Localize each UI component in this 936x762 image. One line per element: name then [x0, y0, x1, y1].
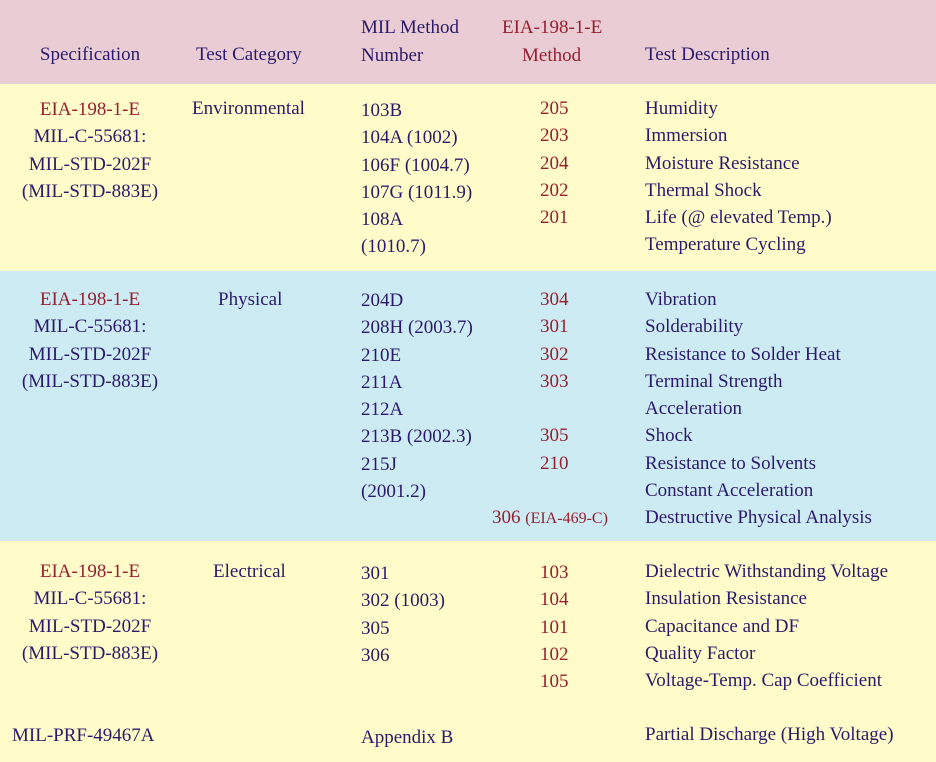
eia-method: 305	[540, 425, 569, 447]
test-description: Constant Acceleration	[645, 480, 814, 502]
eia-method	[540, 395, 569, 422]
test-description: Resistance to Solder Heat	[645, 343, 841, 365]
footer-mil-method: Appendix B	[361, 727, 454, 748]
spec-item: MIL-STD-202F	[28, 615, 152, 637]
mil-method: (1010.7)	[361, 236, 426, 258]
description-list: Humidity Immersion Moisture Resistance T…	[645, 95, 832, 259]
header-test-category: Test Category	[196, 44, 302, 65]
spec-item: MIL-C-55681:	[33, 588, 147, 610]
header-specification: Specification	[39, 44, 141, 65]
header-mil-method-1: MIL Method	[361, 17, 459, 38]
eia-method: 203	[540, 125, 569, 147]
header-test-description: Test Description	[645, 44, 770, 65]
mil-method: (2001.2)	[361, 481, 426, 503]
test-description: Shock	[645, 425, 693, 447]
test-description: Moisture Resistance	[645, 152, 800, 174]
eia-method: 104	[540, 589, 569, 611]
mil-method: 301	[361, 563, 390, 584]
section-physical: EIA-198-1-E MIL-C-55681: MIL-STD-202F (M…	[0, 271, 936, 541]
test-description: Insulation Resistance	[645, 588, 807, 610]
description-list: Vibration Solderability Resistance to So…	[645, 286, 872, 532]
eia-method-list: 304 301 302 303 305 210	[540, 286, 569, 477]
mil-method: 211A	[361, 371, 403, 393]
eia-method-list: 205 203 204 202 201	[540, 95, 569, 231]
eia-method: 105	[540, 671, 569, 693]
footer-description: Partial Discharge (High Voltage)	[645, 724, 894, 745]
spec-item: MIL-C-55681:	[33, 316, 147, 338]
header-eia-method-2: Method	[522, 45, 582, 66]
spec-item: EIA-198-1-E	[39, 289, 141, 310]
footer-spec: MIL-PRF-49467A	[12, 725, 155, 746]
mil-method: 306	[361, 644, 390, 666]
eia-method: 103	[540, 562, 569, 583]
eia-method-number: 306	[492, 507, 521, 528]
table-header: Specification Test Category MIL Method N…	[0, 0, 936, 84]
mil-method: 212A	[361, 399, 404, 421]
mil-method: 204D	[361, 290, 404, 311]
section-electrical: EIA-198-1-E MIL-C-55681: MIL-STD-202F (M…	[0, 541, 936, 762]
spec-item: (MIL-STD-883E)	[21, 642, 159, 664]
header-mil-method-2: Number	[361, 45, 424, 66]
eia-method: 101	[540, 616, 569, 638]
eia-method-destructive: 306 (EIA-469-C)	[492, 504, 608, 532]
test-description: Dielectric Withstanding Voltage	[645, 561, 889, 582]
spec-item: EIA-198-1-E	[39, 99, 141, 120]
eia-method-list: 103 104 101 102 105	[540, 559, 569, 695]
test-description: Quality Factor	[645, 642, 756, 664]
spec-list: EIA-198-1-E MIL-C-55681: MIL-STD-202F (M…	[0, 286, 180, 395]
test-description: Immersion	[645, 125, 728, 147]
test-description: Acceleration	[645, 398, 743, 420]
spec-item: MIL-STD-202F	[28, 153, 152, 175]
eia-method: 205	[540, 98, 569, 119]
eia-method: 202	[540, 179, 569, 201]
spec-list: EIA-198-1-E MIL-C-55681: MIL-STD-202F (M…	[0, 96, 180, 205]
header-eia-method-1: EIA-198-1-E	[502, 17, 603, 38]
mil-method-list: 103B 104A (1002) 106F (1004.7) 107G (101…	[361, 97, 472, 261]
eia-method: 302	[540, 343, 569, 365]
test-description: Thermal Shock	[645, 179, 762, 201]
test-description: Temperature Cycling	[645, 234, 806, 256]
test-description: Voltage-Temp. Cap Coefficient	[645, 670, 882, 692]
mil-method: 302 (1003)	[361, 590, 445, 612]
test-description: Destructive Physical Analysis	[645, 507, 872, 529]
spec-list: EIA-198-1-E MIL-C-55681: MIL-STD-202F (M…	[0, 558, 180, 667]
eia-method: 201	[540, 207, 569, 229]
mil-method: 215J	[361, 453, 397, 475]
mil-method-list: 301 302 (1003) 305 306	[361, 560, 445, 669]
test-description: Terminal Strength	[645, 370, 783, 392]
eia-method: 102	[540, 643, 569, 665]
eia-method: 304	[540, 289, 569, 310]
test-description: Humidity	[645, 98, 718, 119]
spec-item: MIL-C-55681:	[33, 126, 147, 148]
test-category: Physical	[218, 289, 283, 310]
eia-method: 303	[540, 370, 569, 392]
mil-method: 108A	[361, 209, 404, 231]
test-description: Capacitance and DF	[645, 615, 800, 637]
mil-method: 208H (2003.7)	[361, 317, 473, 339]
mil-method: 103B	[361, 100, 403, 121]
mil-method: 213B (2002.3)	[361, 426, 472, 448]
mil-method: 107G (1011.9)	[361, 181, 473, 203]
spec-item: EIA-198-1-E	[39, 561, 141, 582]
mil-method: 106F (1004.7)	[361, 154, 470, 176]
section-environmental: EIA-198-1-E MIL-C-55681: MIL-STD-202F (M…	[0, 84, 936, 271]
eia-method: 301	[540, 316, 569, 338]
test-description: Vibration	[645, 289, 717, 310]
spec-item: MIL-STD-202F	[28, 343, 152, 365]
test-description: Solderability	[645, 316, 744, 338]
description-list: Dielectric Withstanding Voltage Insulati…	[645, 558, 888, 694]
eia-method: 210	[540, 452, 569, 474]
test-description: Life (@ elevated Temp.)	[645, 207, 832, 229]
test-category: Environmental	[192, 98, 305, 119]
eia-method-note: (EIA-469-C)	[525, 510, 608, 527]
mil-method-list: 204D 208H (2003.7) 210E 211A 212A 213B (…	[361, 287, 473, 505]
spec-item: (MIL-STD-883E)	[21, 180, 159, 202]
mil-method: 305	[361, 617, 390, 639]
spec-item: (MIL-STD-883E)	[21, 370, 159, 392]
mil-method: 104A (1002)	[361, 127, 458, 149]
test-description: Resistance to Solvents	[645, 452, 816, 474]
test-category: Electrical	[213, 561, 286, 582]
eia-method: 204	[540, 152, 569, 174]
mil-method: 210E	[361, 344, 402, 366]
